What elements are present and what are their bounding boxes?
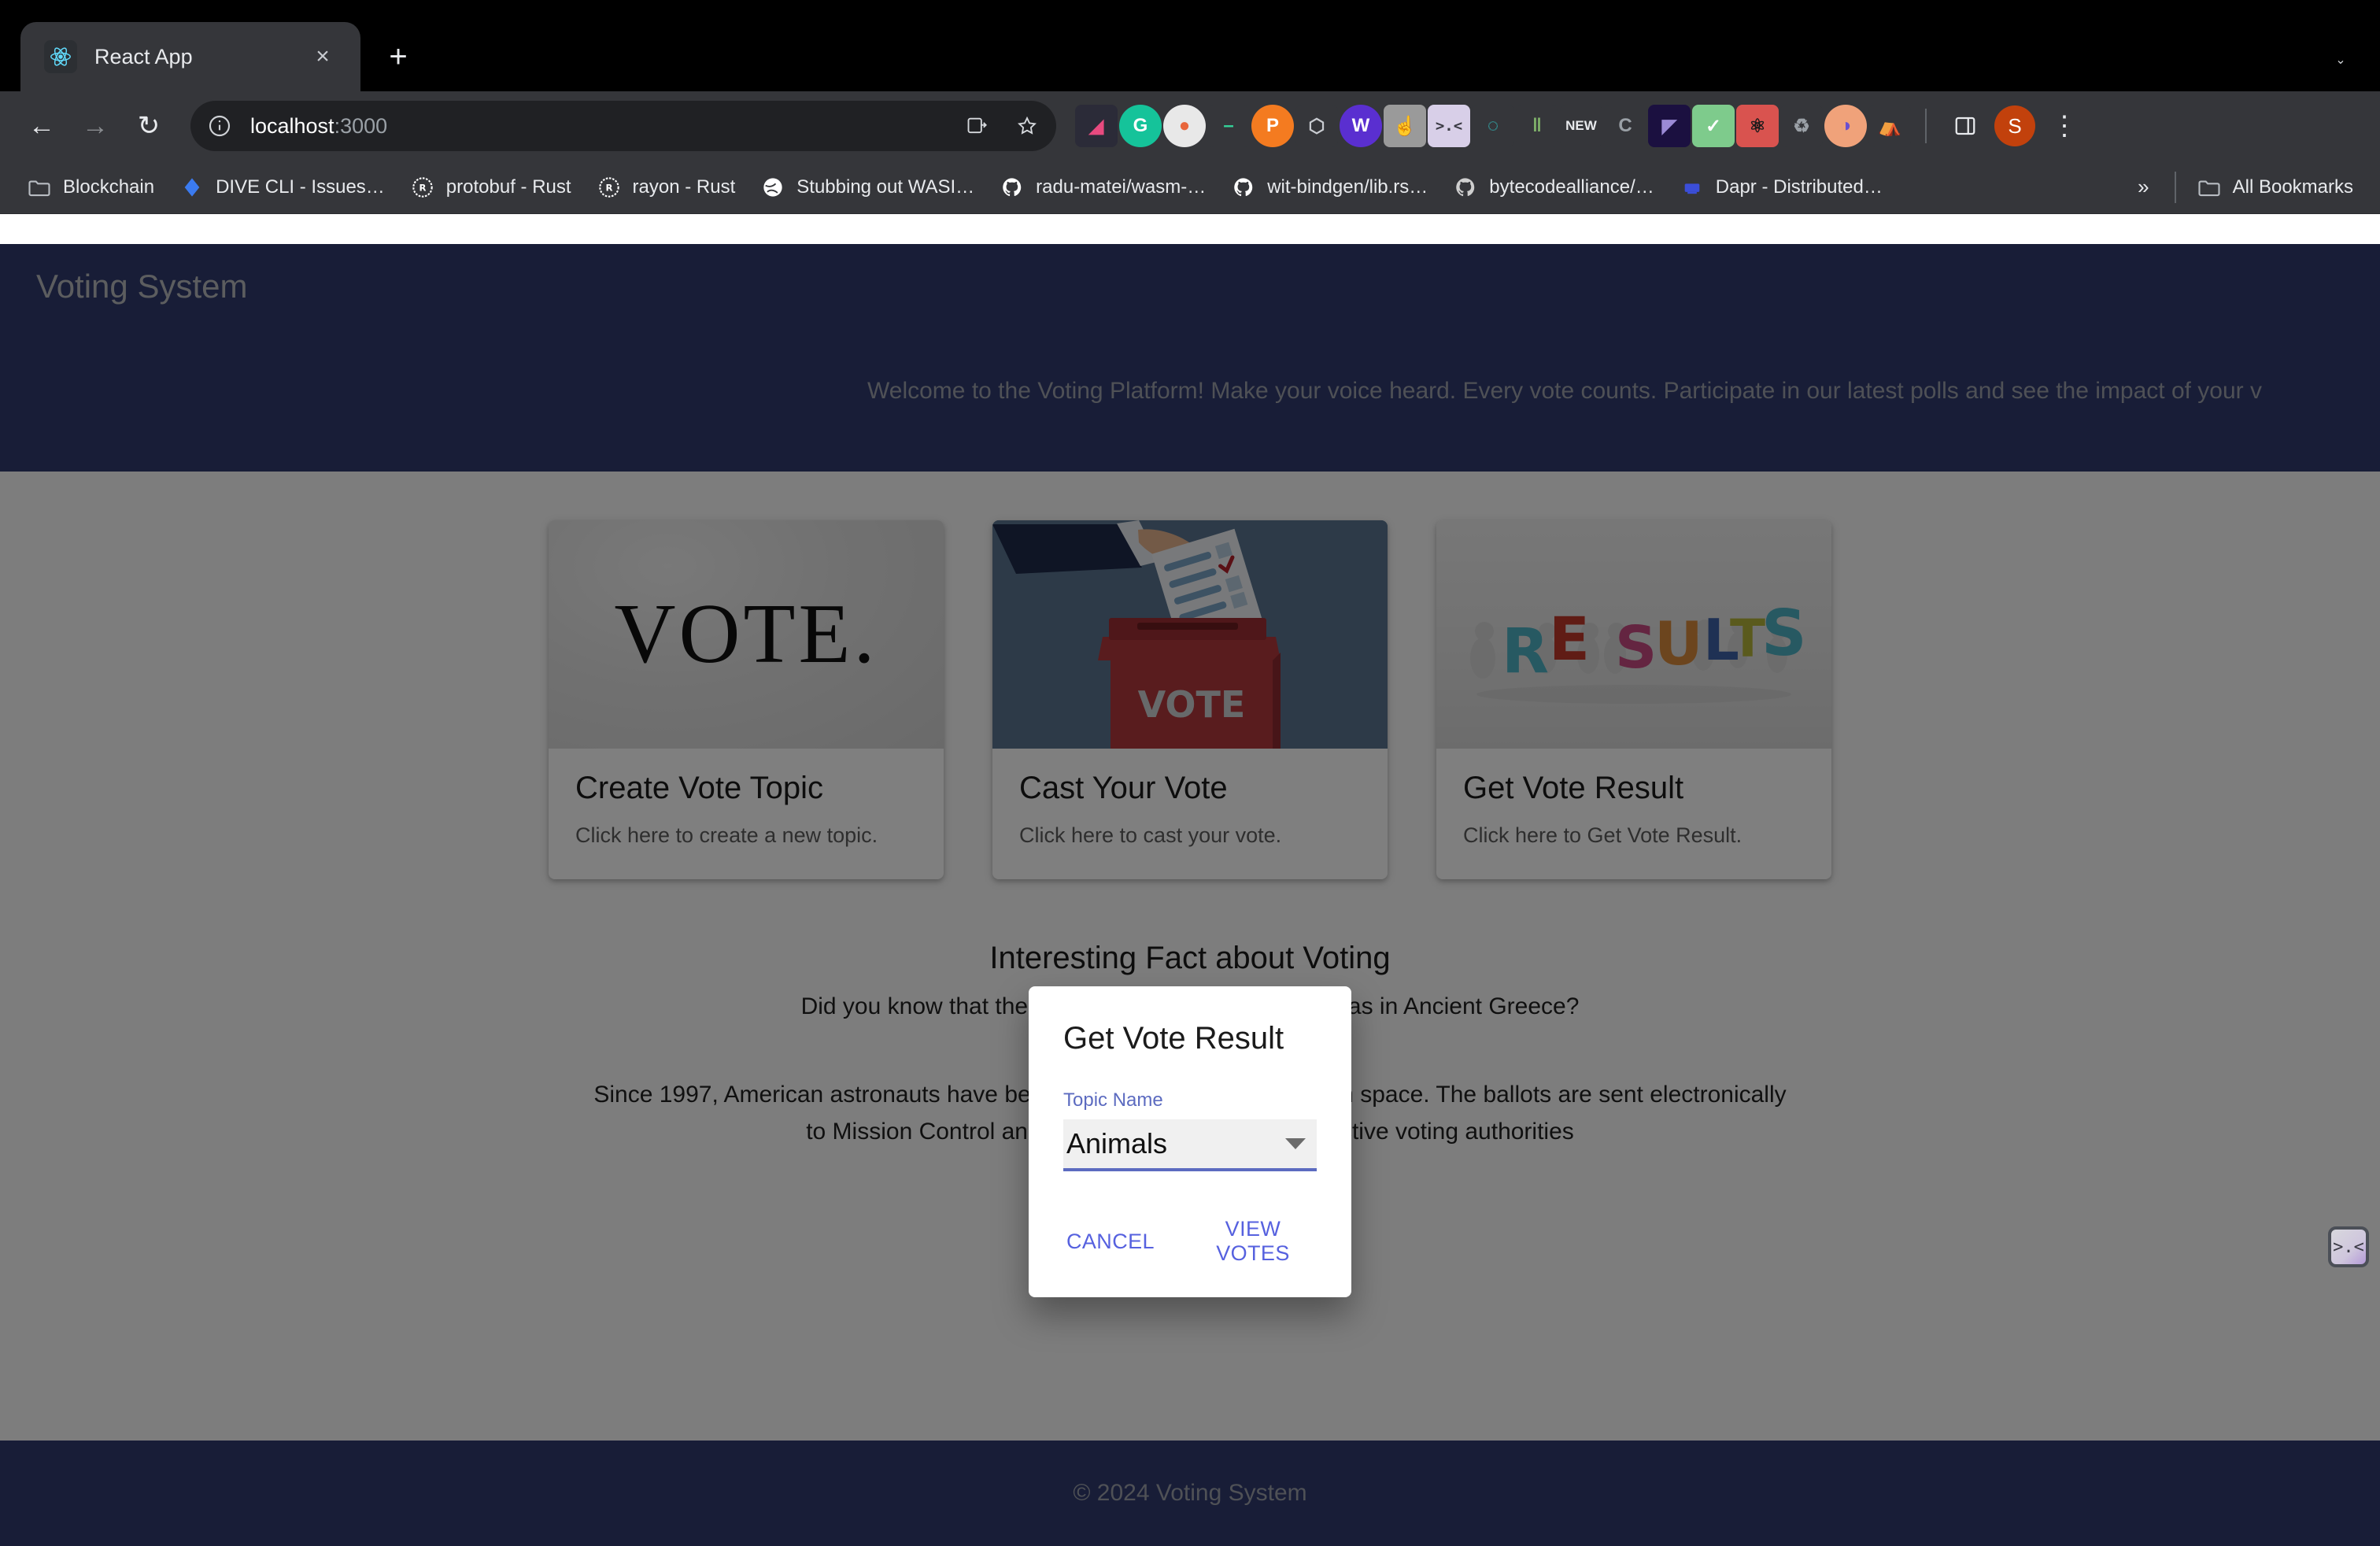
chevron-down-icon [1285, 1138, 1306, 1149]
bookmark-item[interactable]: radu-matei/wasm-… [990, 170, 1215, 205]
globe-icon [760, 175, 785, 200]
reload-icon[interactable]: ↻ [124, 102, 173, 150]
url-text: localhost:3000 [250, 114, 946, 139]
dialog-content: Topic Name Animals [1029, 1056, 1351, 1171]
browser-toolbar: ← → ↻ localhost:3000 ◢ G ● – P ⬡ W ☝ >.<… [0, 91, 2380, 161]
dialog-title: Get Vote Result [1063, 1021, 1284, 1056]
all-bookmarks-label: All Bookmarks [2232, 176, 2353, 198]
bookmark-item[interactable]: DIVE CLI - Issues… [170, 170, 394, 205]
dapr-icon [1680, 175, 1705, 200]
rust-icon: R [410, 175, 435, 200]
wallet-extension[interactable]: W [1340, 105, 1382, 147]
dialog-actions: CANCEL VIEW VOTES [1029, 1171, 1351, 1297]
install-app-icon[interactable] [957, 106, 996, 146]
face-widget[interactable]: >.< [2328, 1226, 2369, 1267]
folder-icon [27, 175, 52, 200]
react-devtools-extension[interactable]: ⚛ [1736, 105, 1779, 147]
bookmark-label: rayon - Rust [632, 176, 736, 198]
face-extension[interactable]: >.< [1428, 105, 1470, 147]
topic-name-select[interactable]: Animals [1063, 1119, 1317, 1171]
extensions-row: ◢ G ● – P ⬡ W ☝ >.< ◌ ‖ NEW C ◤ ✓ ⚛ ♻ ◑ ⛺ [1075, 105, 1911, 147]
ring-extension[interactable]: ◌ [1472, 105, 1514, 147]
bookmark-item[interactable]: Stubbing out WASI… [751, 170, 984, 205]
new-badge-extension[interactable]: NEW [1560, 105, 1602, 147]
bookmarks-overflow: » All Bookmarks [2123, 170, 2363, 205]
browser-window: React App × + ⌄ ← → ↻ localhost:3000 ◢ G… [0, 0, 2380, 1546]
svg-text:R: R [605, 182, 612, 193]
bookmark-label: bytecodealliance/… [1489, 176, 1654, 198]
url-host: localhost [250, 113, 334, 138]
cancel-button[interactable]: CANCEL [1057, 1209, 1164, 1274]
bookmark-label: Blockchain [63, 176, 155, 198]
shield-extension[interactable]: ✓ [1692, 105, 1735, 147]
new-tab-button[interactable]: + [375, 33, 422, 80]
url-port: :3000 [334, 113, 388, 138]
github-icon [1000, 175, 1025, 200]
bookmark-label: radu-matei/wasm-… [1036, 176, 1207, 198]
github-icon [1453, 175, 1478, 200]
flask-extension[interactable]: ⛺ [1868, 105, 1911, 147]
avatar[interactable]: S [1994, 105, 2035, 146]
toolbar-divider [1925, 109, 1927, 143]
bookmark-item[interactable]: bytecodealliance/… [1443, 170, 1663, 205]
jira-icon [179, 175, 205, 200]
all-bookmarks-button[interactable]: All Bookmarks [2187, 170, 2363, 205]
back-icon[interactable]: ← [17, 102, 66, 150]
get-vote-result-dialog: Get Vote Result Topic Name Animals CANCE… [1029, 986, 1351, 1297]
bookmark-label: Stubbing out WASI… [796, 176, 975, 198]
chevron-down-icon[interactable]: ⌄ [2319, 38, 2363, 82]
bookmark-item[interactable]: wit-bindgen/lib.rs… [1221, 170, 1437, 205]
bookmark-label: Dapr - Distributed… [1715, 176, 1883, 198]
tap-extension[interactable]: ☝ [1384, 105, 1426, 147]
bookmarks-overflow-icon[interactable]: » [2123, 170, 2163, 204]
books-extension[interactable]: ‖ [1516, 105, 1558, 147]
framer-extension[interactable]: ◢ [1075, 105, 1118, 147]
svg-text:R: R [419, 182, 426, 193]
pocket-extension[interactable]: ● [1163, 105, 1206, 147]
topic-name-value: Animals [1066, 1127, 1168, 1160]
star-icon[interactable] [1007, 106, 1047, 146]
browser-tab[interactable]: React App × [20, 22, 360, 91]
bookmark-label: DIVE CLI - Issues… [216, 176, 385, 198]
bookmarks-bar: Blockchain DIVE CLI - Issues… Rprotobuf - … [0, 161, 2380, 214]
bookmark-item[interactable]: Blockchain [17, 170, 164, 205]
github-icon [1231, 175, 1256, 200]
react-logo-icon [44, 40, 77, 73]
address-bar[interactable]: localhost:3000 [190, 101, 1056, 151]
grammarly-extension[interactable]: G [1119, 105, 1162, 147]
close-icon[interactable]: × [305, 39, 340, 74]
folder-icon [2197, 175, 2222, 200]
c-extension[interactable]: C [1604, 105, 1646, 147]
bookmark-item[interactable]: Rprotobuf - Rust [401, 170, 581, 205]
tab-title: React App [94, 44, 193, 68]
view-votes-button[interactable]: VIEW VOTES [1183, 1209, 1323, 1274]
bookmark-label: protobuf - Rust [445, 176, 571, 198]
rust-icon: R [597, 175, 622, 200]
dash-extension[interactable]: – [1207, 105, 1250, 147]
box-extension[interactable]: ⬡ [1295, 105, 1338, 147]
bookmark-item[interactable]: Rrayon - Rust [587, 170, 745, 205]
a-extension[interactable]: ◤ [1648, 105, 1691, 147]
modal-overlay[interactable] [0, 244, 2380, 1546]
browser-menu-icon[interactable]: ⋮ [2040, 102, 2089, 150]
venn-extension[interactable]: ◑ [1824, 105, 1867, 147]
topic-name-label: Topic Name [1063, 1089, 1163, 1111]
bookmark-label: wit-bindgen/lib.rs… [1267, 176, 1428, 198]
tab-strip: React App × + ⌄ [0, 0, 2380, 91]
forward-icon[interactable]: → [71, 102, 120, 150]
page-viewport: Voting System Welcome to the Voting Plat… [0, 244, 2380, 1546]
polkadot-extension[interactable]: P [1251, 105, 1294, 147]
side-panel-icon[interactable] [1941, 102, 1990, 150]
site-info-icon[interactable] [200, 106, 239, 146]
bookmarks-divider [2174, 171, 2176, 203]
bookmark-item[interactable]: Dapr - Distributed… [1670, 170, 1892, 205]
recycle-extension[interactable]: ♻ [1780, 105, 1823, 147]
